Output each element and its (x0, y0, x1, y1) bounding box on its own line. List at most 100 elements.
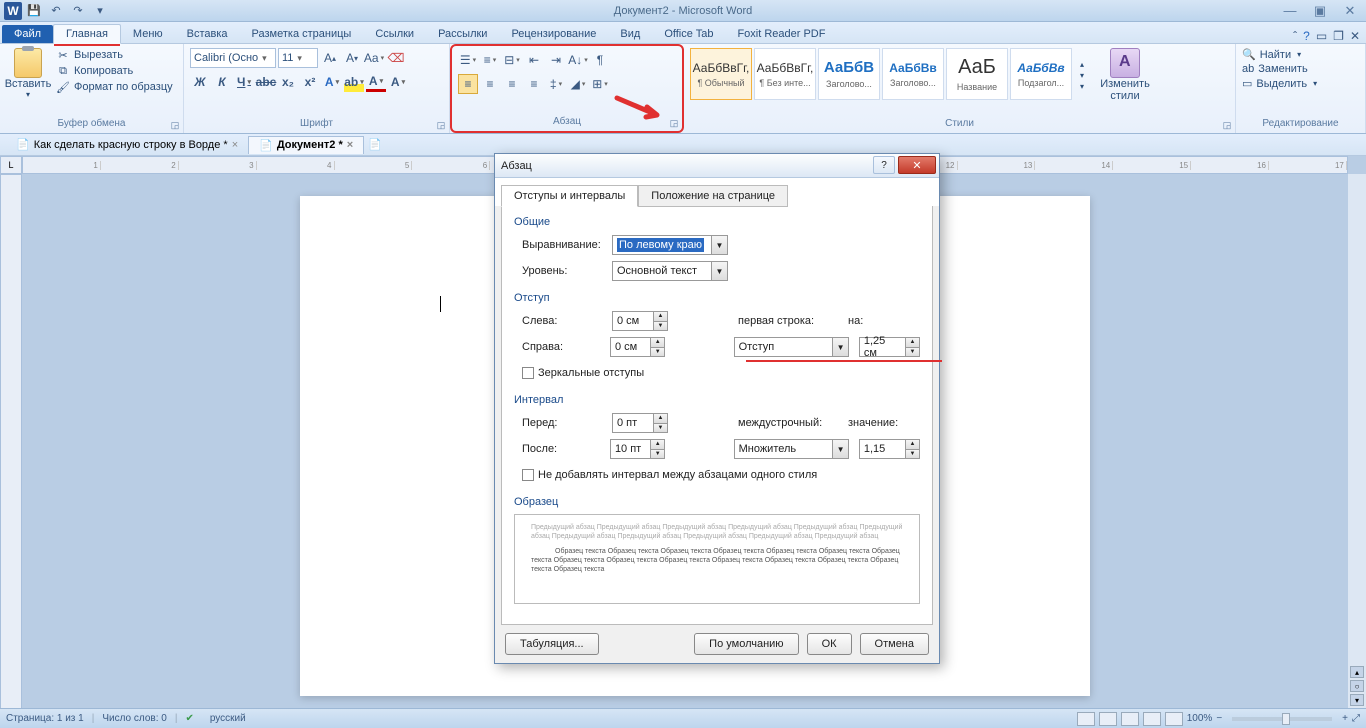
spin-down-icon[interactable]: ▼ (906, 450, 919, 459)
change-styles-button[interactable]: Изменить стили (1096, 48, 1154, 102)
close-tab-icon[interactable]: × (232, 139, 238, 151)
styles-launcher-icon[interactable]: ◲ (1221, 119, 1233, 131)
save-icon[interactable]: 💾 (24, 2, 44, 20)
style-item-title[interactable]: АаБНазвание (946, 48, 1008, 100)
mirror-indent-checkbox[interactable]: Зеркальные отступы (522, 367, 644, 379)
ok-button[interactable]: ОК (807, 633, 852, 655)
zoom-slider[interactable] (1232, 717, 1332, 721)
underline-icon[interactable]: Ч (234, 72, 254, 92)
numbering-icon[interactable]: ≡ (480, 50, 500, 70)
cut-button[interactable]: ✂Вырезать (56, 48, 173, 62)
dialog-titlebar[interactable]: Абзац ? ✕ (495, 154, 939, 178)
borders-icon[interactable]: ⊞ (590, 74, 610, 94)
zoom-out-icon[interactable]: − (1216, 713, 1222, 724)
new-tab-button[interactable]: 📄 (364, 138, 386, 151)
italic-icon[interactable]: К (212, 72, 232, 92)
zoom-fit-icon[interactable]: ⤢ (1352, 713, 1360, 724)
font-launcher-icon[interactable]: ◲ (435, 119, 447, 131)
spin-down-icon[interactable]: ▼ (906, 348, 919, 357)
status-language[interactable]: русский (210, 713, 246, 724)
spin-down-icon[interactable]: ▼ (651, 348, 664, 357)
vertical-ruler[interactable] (0, 174, 22, 710)
clipboard-launcher-icon[interactable]: ◲ (169, 119, 181, 131)
vertical-scrollbar[interactable]: ▴ ○ ▾ (1348, 174, 1366, 710)
ribbon-minimize-icon[interactable]: ˆ (1293, 29, 1297, 43)
tab-view[interactable]: Вид (608, 25, 652, 43)
style-item-subtitle[interactable]: АаБбВвПодзагол... (1010, 48, 1072, 100)
style-item-nospacing[interactable]: АаБбВвГг,¶ Без инте... (754, 48, 816, 100)
spin-up-icon[interactable]: ▲ (654, 414, 667, 424)
tab-home[interactable]: Главная (53, 24, 121, 44)
align-center-icon[interactable]: ≡ (480, 74, 500, 94)
spellcheck-icon[interactable]: ✔ (185, 713, 193, 724)
firstline-select[interactable]: Отступ▼ (734, 337, 850, 357)
spin-up-icon[interactable]: ▲ (654, 312, 667, 322)
tab-mailings[interactable]: Рассылки (426, 25, 499, 43)
next-page-icon[interactable]: ▾ (1350, 694, 1364, 706)
font-color-icon[interactable]: A (366, 72, 386, 92)
show-marks-icon[interactable]: ¶ (590, 50, 610, 70)
right-indent-spinner[interactable]: 0 см▲▼ (610, 337, 665, 357)
font-name-combo[interactable]: Calibri (Осно▾ (190, 48, 276, 68)
spin-up-icon[interactable]: ▲ (651, 440, 664, 450)
clear-format-icon[interactable]: ⌫ (386, 48, 406, 68)
sort-icon[interactable]: A↓ (568, 50, 588, 70)
tab-foxit[interactable]: Foxit Reader PDF (725, 25, 837, 43)
highlight-icon[interactable]: ab (344, 72, 364, 92)
decrease-indent-icon[interactable]: ⇤ (524, 50, 544, 70)
view-fullscreen-icon[interactable] (1099, 712, 1117, 726)
spin-up-icon[interactable]: ▲ (651, 338, 664, 348)
superscript-icon[interactable]: x² (300, 72, 320, 92)
zoom-in-icon[interactable]: + (1342, 713, 1348, 724)
find-button[interactable]: 🔍Найти▾ (1242, 48, 1359, 61)
win-restore-icon[interactable]: ❐ (1333, 29, 1344, 43)
spin-up-icon[interactable]: ▲ (906, 338, 919, 348)
tab-layout[interactable]: Разметка страницы (240, 25, 364, 43)
view-draft-icon[interactable] (1165, 712, 1183, 726)
close-icon[interactable]: ✕ (1338, 3, 1362, 19)
status-words[interactable]: Число слов: 0 (102, 713, 166, 724)
default-button[interactable]: По умолчанию (694, 633, 798, 655)
text-effects-icon[interactable]: A (322, 72, 342, 92)
style-item-heading2[interactable]: АаБбВвЗаголово... (882, 48, 944, 100)
align-left-icon[interactable]: ≡ (458, 74, 478, 94)
tab-officetab[interactable]: Office Tab (652, 25, 725, 43)
maximize-icon[interactable]: ▣ (1308, 3, 1332, 19)
close-tab-icon[interactable]: × (347, 139, 353, 151)
nospace-checkbox[interactable]: Не добавлять интервал между абзацами одн… (522, 469, 817, 481)
undo-icon[interactable]: ↶ (46, 2, 66, 20)
change-case-icon[interactable]: Aa (364, 48, 384, 68)
subscript-icon[interactable]: x₂ (278, 72, 298, 92)
ruler-corner[interactable]: L (0, 156, 22, 174)
shrink-font-icon[interactable]: A▾ (342, 48, 362, 68)
after-spinner[interactable]: 10 пт▲▼ (610, 439, 665, 459)
increase-indent-icon[interactable]: ⇥ (546, 50, 566, 70)
font-size-combo[interactable]: 11▾ (278, 48, 318, 68)
align-right-icon[interactable]: ≡ (502, 74, 522, 94)
tab-review[interactable]: Рецензирование (499, 25, 608, 43)
win-close-icon[interactable]: ✕ (1350, 29, 1360, 43)
grow-font-icon[interactable]: A▴ (320, 48, 340, 68)
firstline-by-spinner[interactable]: 1,25 см▲▼ (859, 337, 920, 357)
select-button[interactable]: ▭Выделить▾ (1242, 77, 1359, 90)
replace-button[interactable]: abЗаменить (1242, 63, 1359, 75)
style-item-normal[interactable]: АаБбВвГг,¶ Обычный (690, 48, 752, 100)
doc-tab-2[interactable]: 📄Документ2 *× (248, 136, 364, 154)
qat-customize-icon[interactable]: ▾ (90, 2, 110, 20)
dialog-tab-pagination[interactable]: Положение на странице (638, 185, 788, 207)
view-outline-icon[interactable] (1143, 712, 1161, 726)
shading-icon[interactable]: ◢ (568, 74, 588, 94)
dialog-close-icon[interactable]: ✕ (898, 156, 936, 174)
at-spinner[interactable]: 1,15▲▼ (859, 439, 920, 459)
line-spacing-icon[interactable]: ‡ (546, 74, 566, 94)
style-item-heading1[interactable]: АаБбВЗаголово... (818, 48, 880, 100)
spin-down-icon[interactable]: ▼ (654, 322, 667, 331)
paste-button[interactable]: Вставить ▾ (6, 48, 50, 99)
char-shading-icon[interactable]: A (388, 72, 408, 92)
spin-down-icon[interactable]: ▼ (651, 450, 664, 459)
level-select[interactable]: Основной текст▼ (612, 261, 728, 281)
alignment-select[interactable]: По левому краю▼ (612, 235, 728, 255)
spin-up-icon[interactable]: ▲ (906, 440, 919, 450)
tab-insert[interactable]: Вставка (175, 25, 240, 43)
cancel-button[interactable]: Отмена (860, 633, 929, 655)
